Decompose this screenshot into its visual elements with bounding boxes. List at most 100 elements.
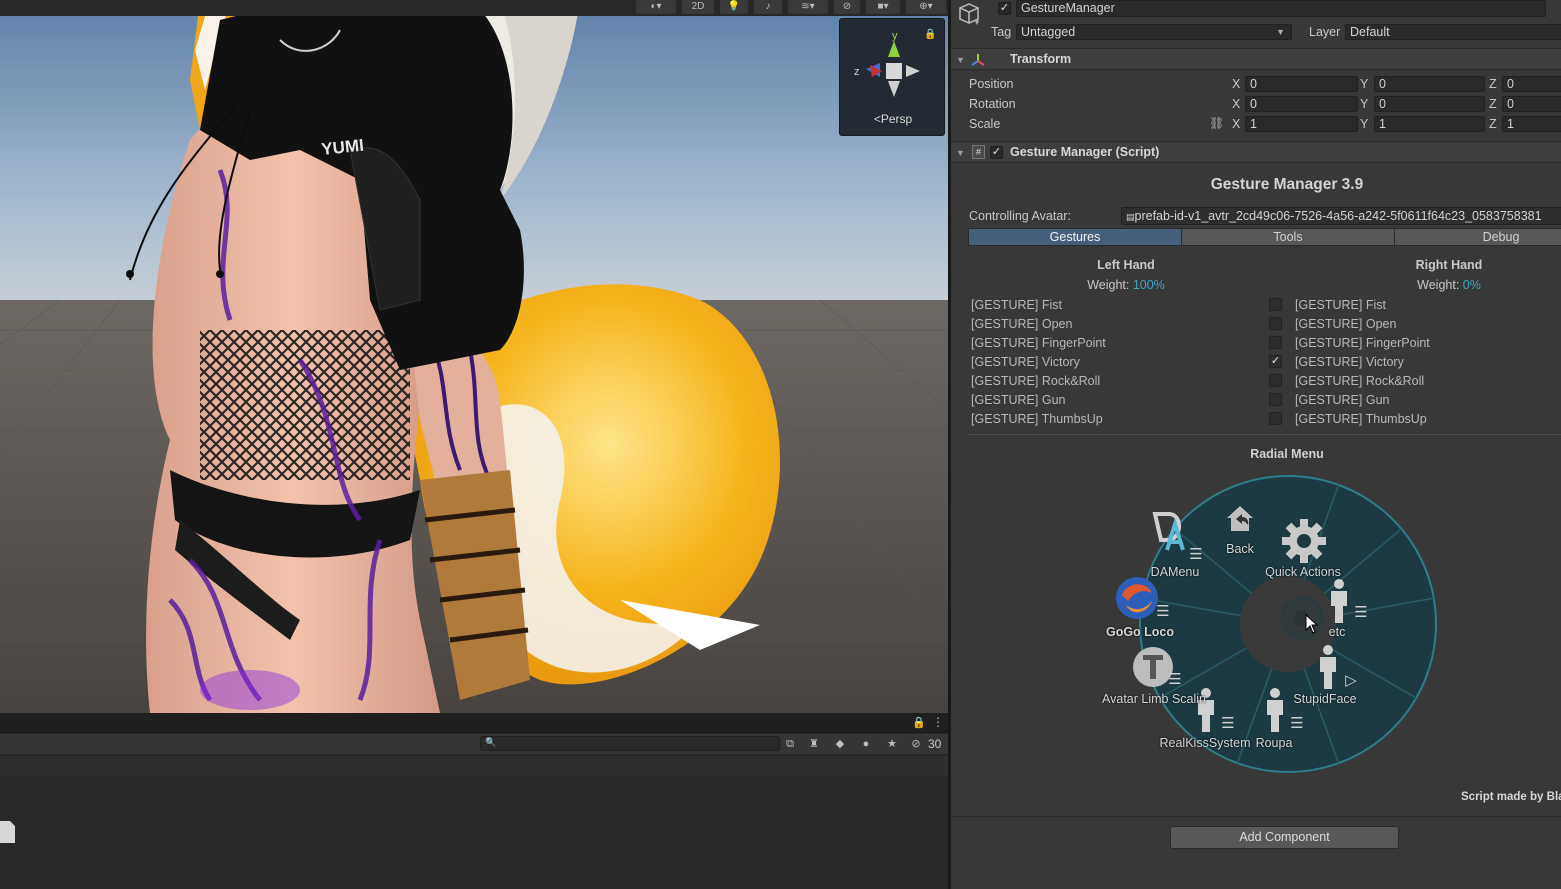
scene-view[interactable]: YUMI ◐▾ 2D 💡 ♪ ≋▾ ⊘ ■▾ ⊕▾ y z 🔒 <Persp <box>0 0 948 713</box>
console-row[interactable] <box>0 756 948 776</box>
gizmos-button[interactable]: ⊕▾ <box>906 0 946 14</box>
damenu-icon[interactable] <box>1149 510 1189 554</box>
scale-y-label[interactable]: Y <box>1360 117 1368 131</box>
right-gesture-victory[interactable]: [GESTURE] Victory <box>1295 355 1404 369</box>
audio-toggle-button[interactable]: ♪ <box>754 0 782 14</box>
position-x-field[interactable]: 0 <box>1245 76 1358 92</box>
gesture-manager-header[interactable]: ▼ # ✓ Gesture Manager (Script) <box>951 141 1561 163</box>
stupidface-avatar-icon[interactable] <box>1315 644 1341 690</box>
layer-dropdown[interactable]: Default <box>1345 24 1561 40</box>
gizmo-y-cone[interactable] <box>888 41 900 57</box>
right-gesture-thumbsup[interactable]: [GESTURE] ThumbsUp <box>1295 412 1427 426</box>
file-icon[interactable] <box>0 819 16 843</box>
radial-item-back[interactable]: Back <box>1226 542 1254 556</box>
rotation-x-label[interactable]: X <box>1232 97 1240 111</box>
favorite-star-icon[interactable]: ★ <box>884 736 900 752</box>
tab-gestures[interactable]: Gestures <box>968 228 1182 246</box>
left-gesture-rockroll[interactable]: [GESTURE] Rock&Roll <box>971 374 1100 388</box>
projection-toggle[interactable]: <Persp <box>840 112 946 126</box>
gizmo-y-neg-cone[interactable] <box>888 81 900 97</box>
radial-item-stupidface[interactable]: StupidFace <box>1293 692 1356 706</box>
toggle-2d-button[interactable]: 2D <box>682 0 714 14</box>
left-gesture-victory[interactable]: [GESTURE] Victory <box>971 355 1080 369</box>
gesture-checkbox-gun[interactable] <box>1269 393 1282 406</box>
transform-header[interactable]: ▼ Transform <box>951 48 1561 70</box>
info-toggle-icon[interactable]: ● <box>858 736 874 752</box>
left-gesture-fingerpoint[interactable]: [GESTURE] FingerPoint <box>971 336 1106 350</box>
scale-z-field[interactable]: 1 <box>1502 116 1561 132</box>
radial-item-etc[interactable]: etc <box>1329 625 1346 639</box>
rotation-z-field[interactable]: 0 <box>1502 96 1561 112</box>
shading-mode-button[interactable]: ◐▾ <box>636 0 676 14</box>
position-z-field[interactable]: 0 <box>1502 76 1561 92</box>
visibility-toggle-button[interactable]: ⊘ <box>834 0 860 14</box>
position-y-field[interactable]: 0 <box>1374 76 1485 92</box>
position-z-label[interactable]: Z <box>1489 77 1497 91</box>
object-name-field[interactable]: GestureManager <box>1016 0 1546 17</box>
radial-item-damenu[interactable]: DAMenu <box>1151 565 1200 579</box>
right-gesture-fingerpoint[interactable]: [GESTURE] FingerPoint <box>1295 336 1430 350</box>
filter-by-type-icon[interactable]: ♜ <box>806 736 822 752</box>
add-component-button[interactable]: Add Component <box>1170 826 1399 849</box>
gizmo-center[interactable] <box>886 63 902 79</box>
radial-menu[interactable]: ☰ ▷ ☰ ☰ ☰ ☰ ☰ Back Quick Actions etc Stu… <box>1102 474 1438 774</box>
gesture-checkbox-open[interactable] <box>1269 317 1282 330</box>
radial-item-avatar-limb-scaling[interactable]: Avatar Limb Scalin <box>1102 692 1206 706</box>
icon-dropdown-icon[interactable]: ▼ <box>973 18 981 27</box>
gizmo-x-neg-cone[interactable] <box>906 65 920 77</box>
position-x-label[interactable]: X <box>1232 77 1240 91</box>
scale-x-label[interactable]: X <box>1232 117 1240 131</box>
right-gesture-open[interactable]: [GESTURE] Open <box>1295 317 1396 331</box>
camera-settings-button[interactable]: ■▾ <box>866 0 900 14</box>
left-gesture-gun[interactable]: [GESTURE] Gun <box>971 393 1065 407</box>
lock-icon[interactable]: 🔒 <box>924 29 936 40</box>
position-y-label[interactable]: Y <box>1360 77 1368 91</box>
etc-avatar-icon[interactable] <box>1326 578 1352 624</box>
gogo-loco-icon[interactable] <box>1114 575 1160 621</box>
label-filter-icon[interactable]: ◆ <box>832 736 848 752</box>
roupa-avatar-icon[interactable] <box>1262 687 1288 733</box>
tag-dropdown[interactable]: Untagged ▼ <box>1016 24 1292 40</box>
back-icon[interactable] <box>1225 504 1255 534</box>
console-search-input[interactable]: 🔍 <box>480 736 780 751</box>
gesture-checkbox-rockroll[interactable] <box>1269 374 1282 387</box>
right-gesture-gun[interactable]: [GESTURE] Gun <box>1295 393 1389 407</box>
scale-y-field[interactable]: 1 <box>1374 116 1485 132</box>
rotation-y-field[interactable]: 0 <box>1374 96 1485 112</box>
right-gesture-fist[interactable]: [GESTURE] Fist <box>1295 298 1386 312</box>
gesture-checkbox-fingerpoint[interactable] <box>1269 336 1282 349</box>
gesture-checkbox-thumbsup[interactable] <box>1269 412 1282 425</box>
foldout-arrow-icon[interactable]: ▼ <box>956 148 965 158</box>
rotation-x-field[interactable]: 0 <box>1245 96 1358 112</box>
orientation-gizmo[interactable]: y z 🔒 <Persp <box>839 18 945 136</box>
gesture-checkbox-victory[interactable]: ✓ <box>1269 355 1282 368</box>
rotation-y-label[interactable]: Y <box>1360 97 1368 111</box>
radial-item-gogo-loco[interactable]: GoGo Loco <box>1106 625 1174 639</box>
foldout-arrow-icon[interactable]: ▼ <box>956 55 965 65</box>
radial-item-roupa[interactable]: Roupa <box>1256 736 1293 750</box>
radial-item-quick-actions[interactable]: Quick Actions <box>1265 565 1341 579</box>
left-gesture-thumbsup[interactable]: [GESTURE] ThumbsUp <box>971 412 1103 426</box>
tab-tools[interactable]: Tools <box>1181 228 1395 246</box>
right-gesture-rockroll[interactable]: [GESTURE] Rock&Roll <box>1295 374 1424 388</box>
active-checkbox[interactable]: ✓ <box>998 2 1011 15</box>
constrain-proportions-link-icon[interactable]: ⛓ <box>1209 116 1224 130</box>
lighting-toggle-button[interactable]: 💡 <box>720 0 748 14</box>
scale-z-label[interactable]: Z <box>1489 117 1497 131</box>
gesture-checkbox-fist[interactable] <box>1269 298 1282 311</box>
gear-icon[interactable] <box>1280 517 1328 565</box>
effects-toggle-button[interactable]: ≋▾ <box>788 0 828 14</box>
tab-debug[interactable]: Debug <box>1394 228 1561 246</box>
radial-item-realkisssystem[interactable]: RealKissSystem <box>1160 736 1251 750</box>
rotation-z-label[interactable]: Z <box>1489 97 1497 111</box>
controlling-avatar-field[interactable]: ▤prefab-id-v1_avtr_2cd49c06-7526-4a56-a2… <box>1121 207 1561 225</box>
script-enabled-checkbox[interactable]: ✓ <box>990 146 1003 159</box>
hidden-eye-icon[interactable]: ⊘ <box>908 736 924 752</box>
search-options-icon[interactable]: ⧉ <box>782 736 798 752</box>
lock-icon[interactable]: 🔒 <box>912 716 926 729</box>
left-gesture-fist[interactable]: [GESTURE] Fist <box>971 298 1062 312</box>
scale-x-field[interactable]: 1 <box>1245 116 1358 132</box>
more-options-icon[interactable]: ⋮ <box>932 715 944 729</box>
left-gesture-open[interactable]: [GESTURE] Open <box>971 317 1072 331</box>
scene-viewport[interactable]: YUMI <box>0 0 948 713</box>
